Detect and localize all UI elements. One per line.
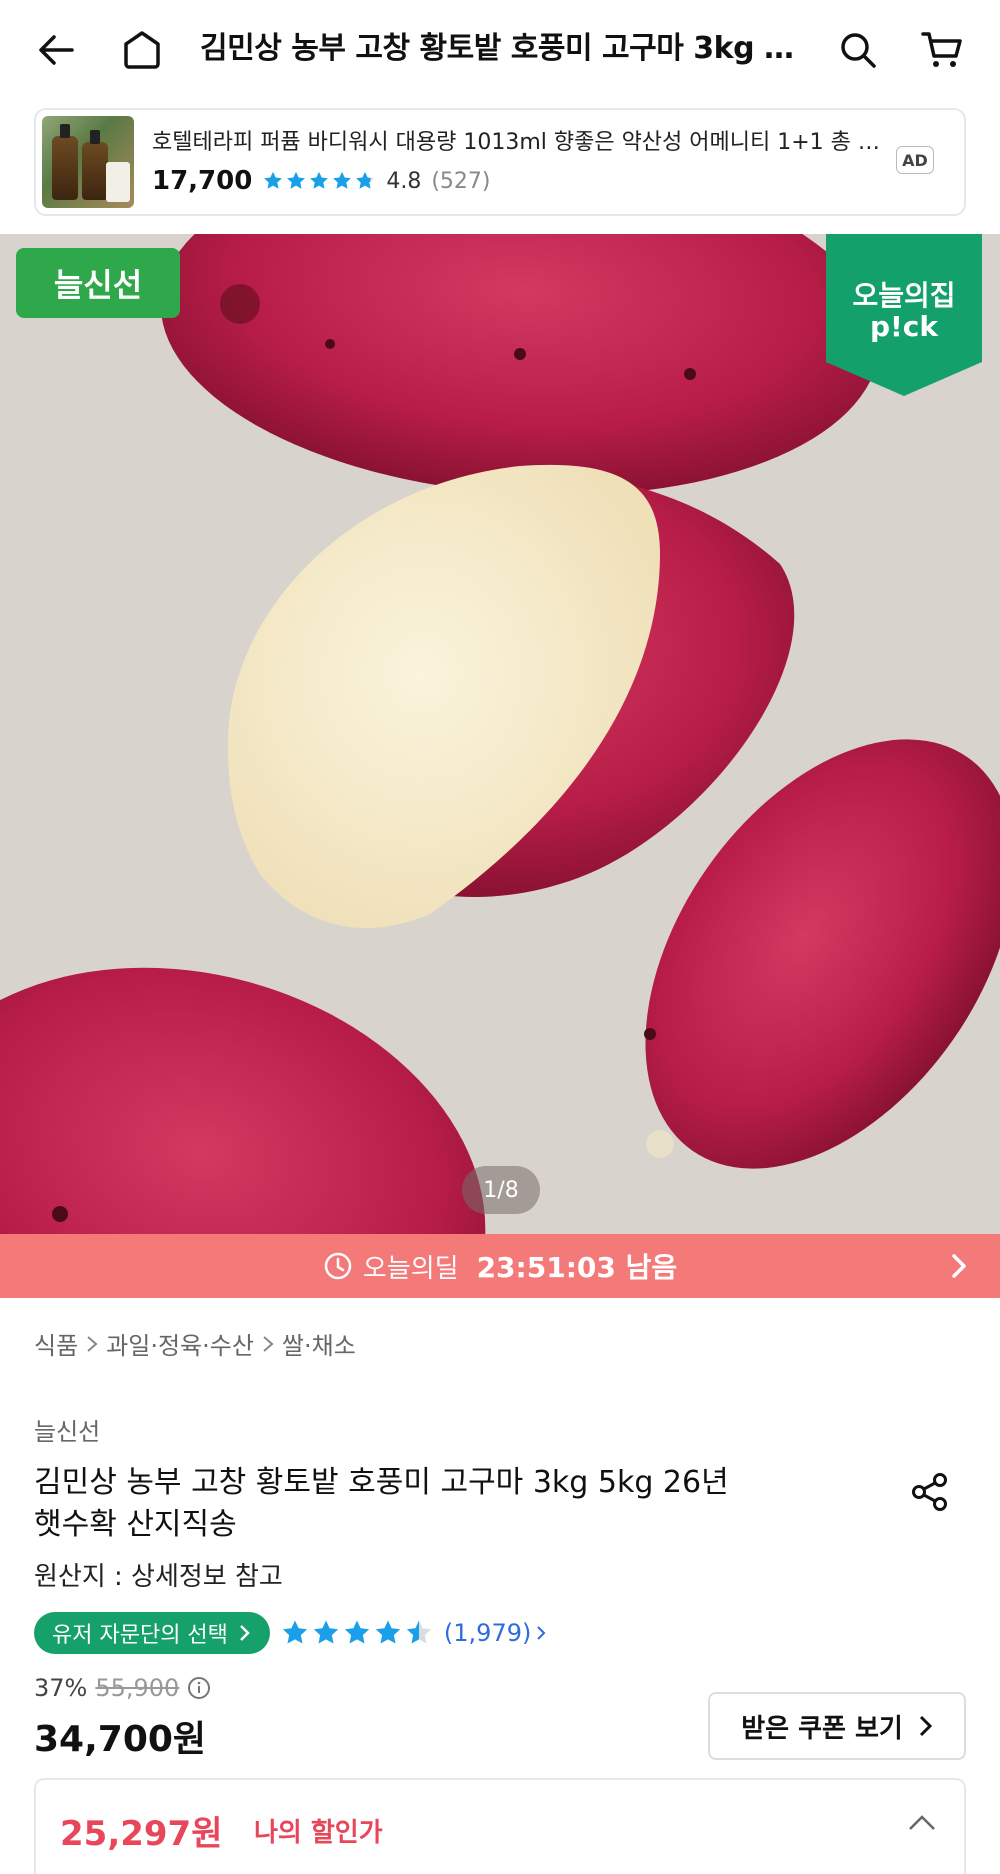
towel-shape xyxy=(106,162,130,202)
brand-tag: 늘신선 xyxy=(16,248,180,318)
share-button[interactable] xyxy=(908,1470,952,1518)
bottle-shape xyxy=(52,124,78,200)
origin-info: 원산지 : 상세정보 참고 xyxy=(34,1562,283,1592)
discount-row: 37% 55,900 xyxy=(34,1674,211,1702)
star-icon xyxy=(287,171,306,189)
star-icon xyxy=(375,1620,401,1644)
user-panel-choice-chip[interactable]: 유저 자문단의 선택 xyxy=(34,1612,270,1654)
review-count-link[interactable]: (1,979) xyxy=(444,1619,547,1647)
chevron-right-icon xyxy=(919,1715,932,1737)
back-arrow-icon xyxy=(39,35,74,65)
review-count: (1,979) xyxy=(443,1619,532,1647)
my-discount-label: 나의 할인가 xyxy=(254,1818,383,1848)
breadcrumb-item[interactable]: 쌀·채소 xyxy=(282,1326,356,1361)
star-icon xyxy=(356,171,375,189)
ad-badge: AD xyxy=(896,146,934,174)
chevron-right-icon xyxy=(537,1626,546,1640)
chip-label: 유저 자문단의 선택 xyxy=(52,1623,228,1648)
star-icon xyxy=(333,171,352,189)
star-icon xyxy=(313,1620,339,1644)
image-counter: 1/8 xyxy=(462,1166,540,1214)
chevron-right-icon xyxy=(240,1625,250,1641)
ad-review-count: (527) xyxy=(431,168,491,194)
product-rating-stars xyxy=(280,1618,434,1648)
star-icon xyxy=(344,1620,370,1644)
brand-name[interactable]: 늘신선 xyxy=(34,1412,100,1447)
chevron-right-icon xyxy=(263,1335,274,1352)
deal-countdown: 23:51:03 남음 xyxy=(476,1251,678,1284)
star-icon xyxy=(310,171,329,189)
ad-price: 17,700 xyxy=(152,166,253,196)
chevron-right-icon xyxy=(87,1335,98,1352)
ad-rating-score: 4.8 xyxy=(386,168,422,194)
search-button[interactable] xyxy=(830,22,886,78)
ad-product-name: 호텔테라피 퍼퓸 바디워시 대용량 1013ml 향좋은 약산성 어메니티 1+… xyxy=(152,130,892,155)
ad-product-meta: 17,700 4.8 (527) xyxy=(152,166,491,196)
pick-badge: 오늘의집 p!ck xyxy=(826,234,982,396)
sale-price: 34,700원 xyxy=(34,1719,207,1760)
discount-percent: 37% xyxy=(34,1674,88,1702)
chevron-up-icon[interactable] xyxy=(906,1812,938,1834)
deal-label: 오늘의딜 xyxy=(362,1253,459,1284)
product-title-line: 김민상 농부 고창 황토밭 호풍미 고구마 3kg 5kg 26년 xyxy=(34,1465,729,1500)
bottle-shape xyxy=(82,130,108,200)
cart-button[interactable] xyxy=(914,22,970,78)
clock-icon xyxy=(324,1252,352,1280)
my-discount-price: 25,297원 xyxy=(60,1814,223,1854)
pick-badge-line2: p!ck xyxy=(869,310,939,343)
todays-deal-bar[interactable]: 오늘의딜 23:51:03 남음 xyxy=(0,1234,1000,1298)
star-icon xyxy=(264,171,283,189)
original-price: 55,900 xyxy=(95,1674,180,1702)
back-button[interactable] xyxy=(28,22,84,78)
ad-rating-stars xyxy=(262,170,376,192)
star-icon xyxy=(406,1620,432,1644)
share-icon xyxy=(912,1473,947,1511)
info-icon[interactable] xyxy=(187,1676,211,1700)
product-title: 김민상 농부 고창 황토밭 호풍미 고구마 3kg 5kg 26년 햇수확 산지… xyxy=(34,1462,814,1546)
cart-icon xyxy=(921,32,962,67)
view-coupons-button[interactable]: 받은 쿠폰 보기 xyxy=(708,1692,966,1760)
ad-product-card[interactable]: 호텔테라피 퍼퓸 바디워시 대용량 1013ml 향좋은 약산성 어메니티 1+… xyxy=(34,108,966,216)
ad-product-image xyxy=(42,116,134,208)
product-title-line: 햇수확 산지직송 xyxy=(34,1507,237,1542)
pick-badge-line1: 오늘의집 xyxy=(852,279,956,312)
my-discount-panel[interactable]: 25,297원 나의 할인가 xyxy=(34,1778,966,1874)
breadcrumb: 식품 과일·정육·수산 쌀·채소 xyxy=(34,1326,356,1361)
home-button[interactable] xyxy=(114,22,170,78)
home-icon xyxy=(124,31,160,69)
breadcrumb-item[interactable]: 식품 xyxy=(34,1326,78,1361)
search-icon xyxy=(841,33,876,68)
breadcrumb-item[interactable]: 과일·정육·수산 xyxy=(106,1326,254,1361)
review-row: 유저 자문단의 선택 (1,979) xyxy=(34,1612,547,1654)
chevron-right-icon xyxy=(952,1254,966,1278)
top-app-bar: 김민상 농부 고창 황토밭 호풍미 고구마 3kg 5kg 26년 햇수확 산지… xyxy=(0,0,1000,100)
coupon-button-label: 받은 쿠폰 보기 xyxy=(741,1713,903,1744)
page-title: 김민상 농부 고창 황토밭 호풍미 고구마 3kg 5kg 26년 햇수확 산지… xyxy=(200,31,800,66)
star-icon xyxy=(282,1620,308,1644)
